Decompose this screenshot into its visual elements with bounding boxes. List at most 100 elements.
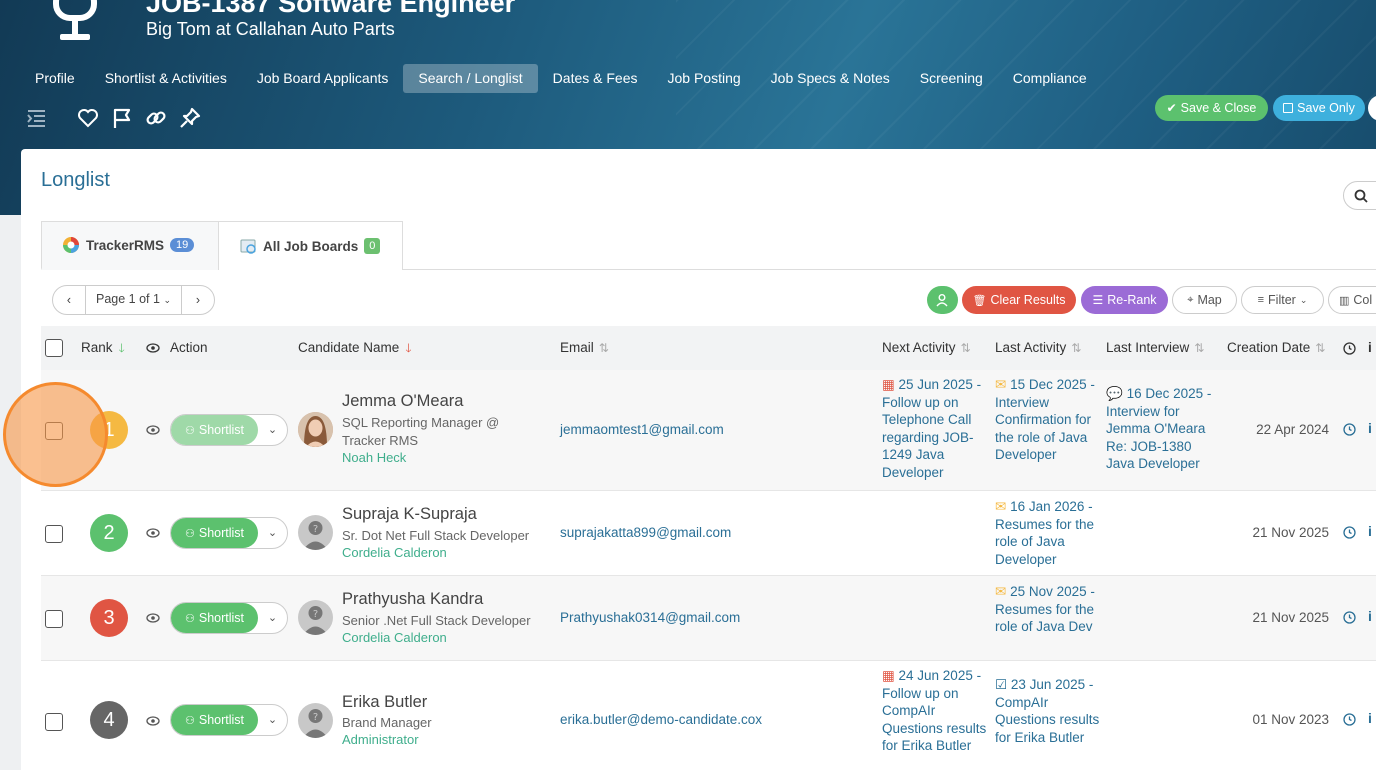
chat-icon: 💬 [1106,386,1127,401]
eye-icon[interactable] [146,423,160,437]
indent-menu-icon[interactable] [24,106,48,130]
row-checkbox[interactable] [45,525,63,543]
candidate-name[interactable]: Prathyusha Kandra [342,590,483,609]
candidate-owner[interactable]: Noah Heck [342,450,406,465]
candidate-name[interactable]: Supraja K-Supraja [342,505,477,524]
count-badge: 0 [364,238,381,254]
chevron-down-icon[interactable]: ⌄ [258,705,287,735]
table-row[interactable]: 4 ⚇ Shortlist ⌄ ? Erika Butler Brand Mana… [41,661,1376,770]
candidate-owner[interactable]: Administrator [342,732,419,747]
email-header[interactable]: Email ⇅ [560,326,609,370]
select-all-checkbox[interactable] [45,339,63,357]
row-checkbox[interactable] [45,422,63,440]
chevron-down-icon: ⌄ [163,295,171,305]
info-icon[interactable]: i [1368,523,1376,539]
link-icon[interactable] [144,106,168,130]
filter-button[interactable]: ≡ Filter ⌄ [1241,286,1324,314]
calendar-icon: ▦ [882,668,899,683]
trash-icon: 🗑 [972,294,987,307]
add-candidates-button[interactable] [927,286,958,314]
last-activity[interactable]: ✉ 16 Jan 2026 - Resumes for the role of … [995,498,1103,568]
last-activity[interactable]: ✉ 25 Nov 2025 - Resumes for the role of … [995,583,1103,636]
tab-dates-fees[interactable]: Dates & Fees [538,64,653,93]
creation-date-header[interactable]: Creation Date ⇅ [1227,326,1325,370]
candidate-owner[interactable]: Cordelia Calderon [342,545,447,560]
chevron-down-icon[interactable]: ⌄ [258,603,287,633]
tab-shortlist-activities[interactable]: Shortlist & Activities [90,64,242,93]
candidate-name-header[interactable]: Candidate Name 🡓 [298,326,412,370]
clock-icon[interactable] [1343,713,1356,726]
tab-screening[interactable]: Screening [905,64,998,93]
sort-icon: ⇅ [1071,341,1082,355]
row-checkbox[interactable] [45,610,63,628]
map-label: Map [1197,293,1222,307]
chevron-down-icon[interactable]: ⌄ [258,518,287,548]
next-page-button[interactable]: › [182,293,214,307]
next-activity[interactable]: ▦ 25 Jun 2025 - Follow up on Telephone C… [882,376,990,481]
candidate-name[interactable]: Erika Butler [342,693,427,712]
clear-results-button[interactable]: 🗑 Clear Results [962,286,1076,314]
candidate-owner[interactable]: Cordelia Calderon [342,630,447,645]
tab-search-longlist[interactable]: Search / Longlist [403,64,538,93]
heart-icon[interactable] [76,106,100,130]
shortlist-button[interactable]: ⚇ Shortlist ⌄ [170,414,288,446]
candidate-name[interactable]: Jemma O'Meara [342,392,463,411]
save-close-button[interactable]: ✔ Save & Close [1155,95,1268,121]
info-icon[interactable]: i [1368,420,1376,436]
eye-icon[interactable] [146,526,160,540]
candidate-email[interactable]: erika.butler@demo-candidate.cox [560,712,762,727]
creation-date: 21 Nov 2025 [1252,525,1329,540]
info-icon[interactable]: i [1368,710,1376,726]
table-row[interactable]: 2 ⚇ Shortlist ⌄ ? Supraja K-Supraja Sr. D… [41,491,1376,576]
action-header: Action [170,340,208,355]
table-row[interactable]: 1 ⚇ Shortlist ⌄ Jemma O'Meara SQL Reporti… [41,370,1376,491]
shortlist-button[interactable]: ⚇ Shortlist ⌄ [170,704,288,736]
clear-results-label: Clear Results [990,293,1066,307]
last-activity-header[interactable]: Last Activity ⇅ [995,326,1081,370]
row-checkbox[interactable] [45,713,63,731]
clock-icon[interactable] [1343,526,1356,539]
shortlist-button[interactable]: ⚇ Shortlist ⌄ [170,517,288,549]
map-button[interactable]: ⌖ Map [1172,286,1237,314]
avatar-placeholder: ? [298,515,333,550]
tab-compliance[interactable]: Compliance [998,64,1102,93]
next-activity[interactable]: ▦ 24 Jun 2025 - Follow up on CompAIr Que… [882,667,990,755]
pin-icon[interactable] [178,106,202,130]
svg-text:?: ? [313,524,318,535]
rerank-button[interactable]: ☰ Re-Rank [1081,286,1168,314]
clock-icon[interactable] [1343,611,1356,624]
columns-button[interactable]: ▥ Col [1328,286,1376,314]
tab-trackerrms[interactable]: TrackerRMS 19 [41,221,219,270]
table-row[interactable]: 3 ⚇ Shortlist ⌄ ? Prathyusha Kandra Senio… [41,576,1376,661]
info-icon[interactable]: i [1368,608,1376,624]
eye-icon[interactable] [146,714,160,728]
candidate-email[interactable]: jemmaomtest1@gmail.com [560,422,724,437]
candidate-email[interactable]: suprajakatta899@gmail.com [560,525,731,540]
candidate-email[interactable]: Prathyushak0314@gmail.com [560,610,740,625]
email-header-label: Email [560,340,594,355]
svg-text:?: ? [313,712,318,723]
tab-all-job-boards[interactable]: All Job Boards 0 [218,221,403,270]
last-activity[interactable]: ✉ 15 Dec 2025 - Interview Confirmation f… [995,376,1103,464]
chevron-down-icon[interactable]: ⌄ [258,415,287,445]
last-activity[interactable]: ☑ 23 Jun 2025 - CompAIr Questions result… [995,676,1103,746]
last-interview[interactable]: 💬 16 Dec 2025 - Interview for Jemma O'Me… [1106,385,1214,473]
tab-job-posting[interactable]: Job Posting [653,64,756,93]
flag-icon[interactable] [110,106,134,130]
tab-profile[interactable]: Profile [20,64,90,93]
tab-job-specs-notes[interactable]: Job Specs & Notes [756,64,905,93]
shortlist-button[interactable]: ⚇ Shortlist ⌄ [170,602,288,634]
prev-page-button[interactable]: ‹ [53,293,85,307]
user-plus-icon: ⚇ [184,612,195,625]
next-activity-header[interactable]: Next Activity ⇅ [882,326,971,370]
search-button[interactable] [1343,181,1376,210]
page-select[interactable]: Page 1 of 1 ⌄ [85,285,182,315]
tab-job-board-applicants[interactable]: Job Board Applicants [242,64,404,93]
filter-icon: ≡ [1257,294,1265,306]
clock-icon[interactable] [1343,423,1356,436]
next-activity-text: 24 Jun 2025 - Follow up on CompAIr Quest… [882,668,987,753]
last-interview-header[interactable]: Last Interview ⇅ [1106,326,1204,370]
eye-icon[interactable] [146,611,160,625]
save-only-button[interactable]: Save Only [1273,95,1365,121]
rank-header[interactable]: Rank 🡓 [81,326,125,370]
